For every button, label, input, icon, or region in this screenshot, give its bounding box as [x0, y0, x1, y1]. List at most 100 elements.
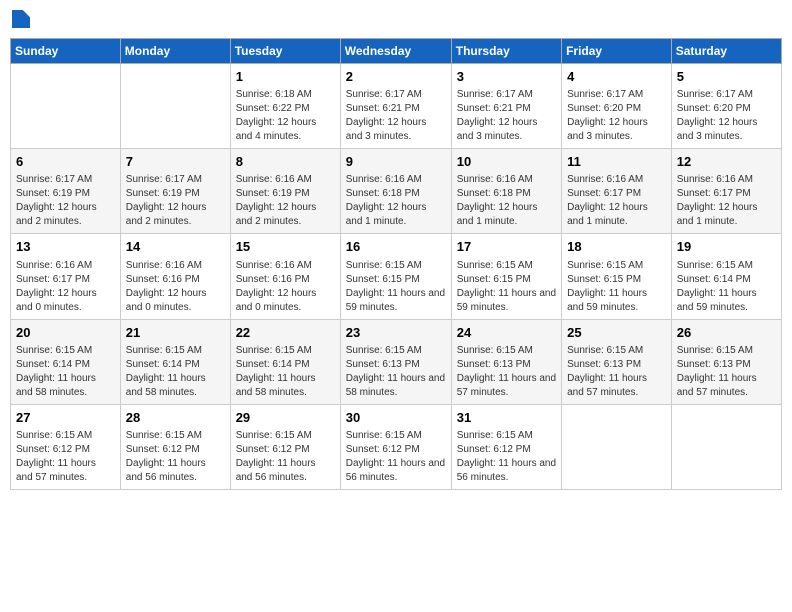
day-number: 10: [457, 153, 556, 171]
calendar-cell: 29 Sunrise: 6:15 AM Sunset: 6:12 PM Dayli…: [230, 404, 340, 489]
day-number: 12: [677, 153, 776, 171]
calendar-cell: 17 Sunrise: 6:15 AM Sunset: 6:15 PM Dayli…: [451, 234, 561, 319]
calendar-cell: 2 Sunrise: 6:17 AM Sunset: 6:21 PM Daylig…: [340, 64, 451, 149]
day-info: Sunrise: 6:15 AM Sunset: 6:12 PM Dayligh…: [457, 429, 556, 485]
column-header-friday: Friday: [562, 39, 672, 64]
calendar-cell: 23Sunrise: 6:15 AM Sunset: 6:13 PM Dayli…: [340, 319, 451, 404]
day-info: Sunrise: 6:15 AM Sunset: 6:14 PM Dayligh…: [236, 344, 335, 400]
calendar-cell: 22 Sunrise: 6:15 AM Sunset: 6:14 PM Dayli…: [230, 319, 340, 404]
calendar-cell: 19 Sunrise: 6:15 AM Sunset: 6:14 PM Dayli…: [671, 234, 781, 319]
day-info: Sunrise: 6:15 AM Sunset: 6:14 PM Dayligh…: [16, 344, 115, 400]
calendar-cell: 4 Sunrise: 6:17 AM Sunset: 6:20 PM Daylig…: [562, 64, 672, 149]
day-info: Sunrise: 6:15 AM Sunset: 6:15 PM Dayligh…: [457, 259, 556, 315]
calendar-cell: 24Sunrise: 6:15 AM Sunset: 6:13 PM Dayli…: [451, 319, 561, 404]
column-header-saturday: Saturday: [671, 39, 781, 64]
calendar-cell: 13 Sunrise: 6:16 AM Sunset: 6:17 PM Dayli…: [11, 234, 121, 319]
day-number: 1: [236, 68, 335, 86]
calendar-cell: [11, 64, 121, 149]
day-number: 23: [346, 324, 446, 342]
day-number: 2: [346, 68, 446, 86]
day-info: Sunrise: 6:17 AM Sunset: 6:21 PM Dayligh…: [457, 88, 556, 144]
day-info: Sunrise: 6:15 AM Sunset: 6:13 PM Dayligh…: [677, 344, 776, 400]
calendar-week-5: 27Sunrise: 6:15 AM Sunset: 6:12 PM Dayli…: [11, 404, 782, 489]
day-info: Sunrise: 6:17 AM Sunset: 6:19 PM Dayligh…: [16, 173, 115, 229]
day-info: Sunrise: 6:17 AM Sunset: 6:21 PM Dayligh…: [346, 88, 446, 144]
day-number: 29: [236, 409, 335, 427]
calendar-cell: 31 Sunrise: 6:15 AM Sunset: 6:12 PM Dayli…: [451, 404, 561, 489]
day-number: 30: [346, 409, 446, 427]
day-number: 17: [457, 238, 556, 256]
day-info: Sunrise: 6:16 AM Sunset: 6:17 PM Dayligh…: [16, 259, 115, 315]
day-number: 7: [126, 153, 225, 171]
day-number: 18: [567, 238, 666, 256]
day-info: Sunrise: 6:16 AM Sunset: 6:19 PM Dayligh…: [236, 173, 335, 229]
day-info: Sunrise: 6:15 AM Sunset: 6:14 PM Dayligh…: [677, 259, 776, 315]
day-info: Sunrise: 6:15 AM Sunset: 6:12 PM Dayligh…: [236, 429, 335, 485]
column-header-thursday: Thursday: [451, 39, 561, 64]
calendar-cell: [671, 404, 781, 489]
day-info: Sunrise: 6:15 AM Sunset: 6:12 PM Dayligh…: [126, 429, 225, 485]
calendar-week-3: 13 Sunrise: 6:16 AM Sunset: 6:17 PM Dayli…: [11, 234, 782, 319]
calendar-cell: 11 Sunrise: 6:16 AM Sunset: 6:17 PM Dayli…: [562, 149, 672, 234]
calendar-cell: 25 Sunrise: 6:15 AM Sunset: 6:13 PM Dayli…: [562, 319, 672, 404]
day-number: 11: [567, 153, 666, 171]
calendar-cell: 8Sunrise: 6:16 AM Sunset: 6:19 PM Daylig…: [230, 149, 340, 234]
calendar-cell: 7 Sunrise: 6:17 AM Sunset: 6:19 PM Daylig…: [120, 149, 230, 234]
calendar-cell: 15Sunrise: 6:16 AM Sunset: 6:16 PM Dayli…: [230, 234, 340, 319]
calendar-table: SundayMondayTuesdayWednesdayThursdayFrid…: [10, 38, 782, 490]
calendar-cell: 6 Sunrise: 6:17 AM Sunset: 6:19 PM Daylig…: [11, 149, 121, 234]
day-number: 28: [126, 409, 225, 427]
calendar-cell: 27Sunrise: 6:15 AM Sunset: 6:12 PM Dayli…: [11, 404, 121, 489]
page-header: [10, 10, 782, 28]
day-number: 26: [677, 324, 776, 342]
calendar-week-1: 1 Sunrise: 6:18 AM Sunset: 6:22 PM Daylig…: [11, 64, 782, 149]
calendar-cell: 30 Sunrise: 6:15 AM Sunset: 6:12 PM Dayli…: [340, 404, 451, 489]
day-number: 16: [346, 238, 446, 256]
day-number: 19: [677, 238, 776, 256]
column-header-sunday: Sunday: [11, 39, 121, 64]
day-info: Sunrise: 6:15 AM Sunset: 6:12 PM Dayligh…: [346, 429, 446, 485]
calendar-cell: [562, 404, 672, 489]
day-number: 5: [677, 68, 776, 86]
calendar-cell: 20 Sunrise: 6:15 AM Sunset: 6:14 PM Dayli…: [11, 319, 121, 404]
day-number: 14: [126, 238, 225, 256]
column-header-tuesday: Tuesday: [230, 39, 340, 64]
day-info: Sunrise: 6:15 AM Sunset: 6:15 PM Dayligh…: [567, 259, 666, 315]
calendar-cell: 21Sunrise: 6:15 AM Sunset: 6:14 PM Dayli…: [120, 319, 230, 404]
day-info: Sunrise: 6:15 AM Sunset: 6:13 PM Dayligh…: [567, 344, 666, 400]
day-info: Sunrise: 6:15 AM Sunset: 6:12 PM Dayligh…: [16, 429, 115, 485]
calendar-week-2: 6 Sunrise: 6:17 AM Sunset: 6:19 PM Daylig…: [11, 149, 782, 234]
calendar-cell: 5 Sunrise: 6:17 AM Sunset: 6:20 PM Daylig…: [671, 64, 781, 149]
day-info: Sunrise: 6:16 AM Sunset: 6:18 PM Dayligh…: [457, 173, 556, 229]
calendar-cell: 3 Sunrise: 6:17 AM Sunset: 6:21 PM Daylig…: [451, 64, 561, 149]
column-header-wednesday: Wednesday: [340, 39, 451, 64]
day-info: Sunrise: 6:17 AM Sunset: 6:20 PM Dayligh…: [677, 88, 776, 144]
day-number: 20: [16, 324, 115, 342]
day-number: 3: [457, 68, 556, 86]
day-number: 25: [567, 324, 666, 342]
column-header-monday: Monday: [120, 39, 230, 64]
logo: [10, 10, 30, 28]
day-number: 31: [457, 409, 556, 427]
day-info: Sunrise: 6:16 AM Sunset: 6:17 PM Dayligh…: [567, 173, 666, 229]
day-info: Sunrise: 6:16 AM Sunset: 6:17 PM Dayligh…: [677, 173, 776, 229]
day-info: Sunrise: 6:17 AM Sunset: 6:19 PM Dayligh…: [126, 173, 225, 229]
day-number: 9: [346, 153, 446, 171]
calendar-cell: 1 Sunrise: 6:18 AM Sunset: 6:22 PM Daylig…: [230, 64, 340, 149]
calendar-cell: 18 Sunrise: 6:15 AM Sunset: 6:15 PM Dayli…: [562, 234, 672, 319]
calendar-week-4: 20 Sunrise: 6:15 AM Sunset: 6:14 PM Dayli…: [11, 319, 782, 404]
day-info: Sunrise: 6:16 AM Sunset: 6:16 PM Dayligh…: [126, 259, 225, 315]
day-info: Sunrise: 6:17 AM Sunset: 6:20 PM Dayligh…: [567, 88, 666, 144]
day-number: 6: [16, 153, 115, 171]
day-info: Sunrise: 6:15 AM Sunset: 6:14 PM Dayligh…: [126, 344, 225, 400]
day-number: 4: [567, 68, 666, 86]
day-info: Sunrise: 6:16 AM Sunset: 6:18 PM Dayligh…: [346, 173, 446, 229]
day-number: 22: [236, 324, 335, 342]
calendar-cell: [120, 64, 230, 149]
calendar-cell: 10 Sunrise: 6:16 AM Sunset: 6:18 PM Dayli…: [451, 149, 561, 234]
day-info: Sunrise: 6:18 AM Sunset: 6:22 PM Dayligh…: [236, 88, 335, 144]
calendar-cell: 12 Sunrise: 6:16 AM Sunset: 6:17 PM Dayli…: [671, 149, 781, 234]
day-info: Sunrise: 6:16 AM Sunset: 6:16 PM Dayligh…: [236, 259, 335, 315]
calendar-cell: 14 Sunrise: 6:16 AM Sunset: 6:16 PM Dayli…: [120, 234, 230, 319]
day-number: 13: [16, 238, 115, 256]
